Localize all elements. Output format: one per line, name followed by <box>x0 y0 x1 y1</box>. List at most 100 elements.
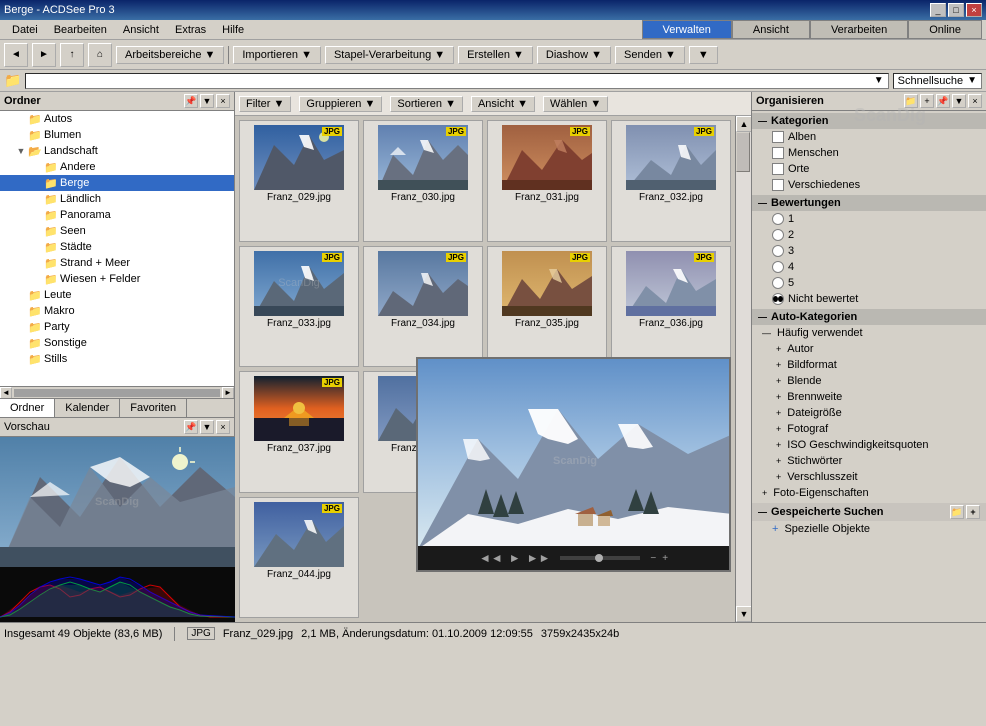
tab-verarbeiten[interactable]: Verarbeiten <box>810 20 908 39</box>
brennweite-item[interactable]: + Brennweite <box>752 389 986 405</box>
more-btn[interactable]: ▼ <box>689 46 718 64</box>
tree-item-strand[interactable]: 📁 Strand + Meer <box>0 255 234 271</box>
menu-extras[interactable]: Extras <box>167 22 214 38</box>
radio-5[interactable] <box>772 277 784 289</box>
scroll-track[interactable] <box>14 389 220 397</box>
thumb-franz035[interactable]: JPG Franz_035.jpg <box>487 246 607 368</box>
blende-item[interactable]: + Blende <box>752 373 986 389</box>
import-btn[interactable]: Importieren ▼ <box>233 46 321 64</box>
radio-4[interactable] <box>772 261 784 273</box>
tree-item-makro[interactable]: 📁 Makro <box>0 303 234 319</box>
search-dropdown-arrow[interactable]: ▼ <box>967 75 977 86</box>
verschiedenes-checkbox[interactable] <box>772 179 784 191</box>
tree-item-autos[interactable]: 📁 Autos <box>0 111 234 127</box>
preview-close-btn[interactable]: × <box>216 420 230 434</box>
tree-item-landschaft[interactable]: ▼ 📂 Landschaft <box>0 143 234 159</box>
tab-online[interactable]: Online <box>908 20 982 39</box>
thumb-franz029[interactable]: JPG Franz_029.jpg <box>239 120 359 242</box>
popup-zoom-in[interactable]: + <box>662 553 668 564</box>
menu-datei[interactable]: Datei <box>4 22 46 38</box>
tab-kalender[interactable]: Kalender <box>55 399 120 417</box>
select-btn[interactable]: Wählen ▼ <box>543 96 608 112</box>
orte-checkbox[interactable] <box>772 163 784 175</box>
nav-home[interactable]: ⌂ <box>88 43 112 67</box>
dateigroesse-item[interactable]: + Dateigröße <box>752 405 986 421</box>
stichwoerter-item[interactable]: + Stichwörter <box>752 453 986 469</box>
send-btn[interactable]: Senden ▼ <box>615 46 685 64</box>
thumb-franz036[interactable]: JPG Franz_036.jpg <box>611 246 731 368</box>
bewertung-1[interactable]: 1 <box>752 211 986 227</box>
panel-pin-btn[interactable]: 📌 <box>184 94 198 108</box>
tree-item-berge[interactable]: 📁 Berge <box>0 175 234 191</box>
create-btn[interactable]: Erstellen ▼ <box>458 46 533 64</box>
thumb-franz031[interactable]: JPG Franz_031.jpg <box>487 120 607 242</box>
tree-item-staedte[interactable]: 📁 Städte <box>0 239 234 255</box>
tree-item-blumen[interactable]: 📁 Blumen <box>0 127 234 143</box>
bewertung-3[interactable]: 3 <box>752 243 986 259</box>
bewertung-5[interactable]: 5 <box>752 275 986 291</box>
tree-item-panorama[interactable]: 📁 Panorama <box>0 207 234 223</box>
thumb-franz034[interactable]: JPG Franz_034.jpg <box>363 246 483 368</box>
tree-item-laendlich[interactable]: 📁 Ländlich <box>0 191 234 207</box>
menschen-checkbox[interactable] <box>772 147 784 159</box>
thumb-franz030[interactable]: JPG Franz_030.jpg <box>363 120 483 242</box>
menu-bearbeiten[interactable]: Bearbeiten <box>46 22 115 38</box>
alben-checkbox[interactable] <box>772 131 784 143</box>
tree-item-stills[interactable]: 📁 Stills <box>0 351 234 367</box>
tab-favoriten[interactable]: Favoriten <box>120 399 187 417</box>
panel-close-btn[interactable]: × <box>216 94 230 108</box>
group-btn[interactable]: Gruppieren ▼ <box>299 96 382 112</box>
sort-btn[interactable]: Sortieren ▼ <box>390 96 463 112</box>
path-input[interactable]: und Einstellungen\Pat\Eigene Dateien\Tes… <box>30 75 873 87</box>
nav-up[interactable]: ↑ <box>60 43 84 67</box>
thumb-franz032[interactable]: JPG Franz_032.jpg <box>611 120 731 242</box>
scroll-up-btn[interactable]: ▲ <box>736 116 751 132</box>
tab-verwalten[interactable]: Verwalten <box>642 20 732 39</box>
nav-forward[interactable]: ► <box>32 43 56 67</box>
kategorie-menschen[interactable]: Menschen <box>752 145 986 161</box>
tree-item-leute[interactable]: 📁 Leute <box>0 287 234 303</box>
minimize-button[interactable]: _ <box>930 3 946 17</box>
preview-menu-btn[interactable]: ▼ <box>200 420 214 434</box>
organize-close-btn[interactable]: × <box>968 94 982 108</box>
folder-tree[interactable]: 📁 Autos 📁 Blumen ▼ 📂 Landschaft 📁 Andere <box>0 111 234 386</box>
workspace-btn[interactable]: Arbeitsbereiche ▼ <box>116 46 224 64</box>
bewertung-nicht[interactable]: Nicht bewertet <box>752 291 986 307</box>
close-button[interactable]: × <box>966 3 982 17</box>
scroll-right[interactable]: ► <box>222 387 234 399</box>
slideshow-btn[interactable]: Diashow ▼ <box>537 46 611 64</box>
radio-3[interactable] <box>772 245 784 257</box>
gs-add-btn[interactable]: + <box>966 505 980 519</box>
autor-item[interactable]: + Autor <box>752 341 986 357</box>
maximize-button[interactable]: □ <box>948 3 964 17</box>
view-btn[interactable]: Ansicht ▼ <box>471 96 535 112</box>
menu-ansicht[interactable]: Ansicht <box>115 22 167 38</box>
bewertung-4[interactable]: 4 <box>752 259 986 275</box>
scroll-left[interactable]: ◄ <box>0 387 12 399</box>
panel-menu-btn[interactable]: ▼ <box>200 94 214 108</box>
scroll-down-btn[interactable]: ▼ <box>736 606 751 622</box>
tree-hscroll[interactable]: ◄ ► <box>0 386 234 398</box>
menu-hilfe[interactable]: Hilfe <box>214 22 252 38</box>
iso-item[interactable]: + ISO Geschwindigkeitsquoten <box>752 437 986 453</box>
nav-back[interactable]: ◄ <box>4 43 28 67</box>
tree-item-seen[interactable]: 📁 Seen <box>0 223 234 239</box>
window-controls[interactable]: _ □ × <box>930 3 982 17</box>
fotograf-item[interactable]: + Fotograf <box>752 421 986 437</box>
zoom-slider[interactable] <box>560 556 640 560</box>
bildformat-item[interactable]: + Bildformat <box>752 357 986 373</box>
tree-item-andere[interactable]: 📁 Andere <box>0 159 234 175</box>
scroll-track-v[interactable] <box>736 132 751 606</box>
thumb-franz033[interactable]: JPG ScanDig Franz_033.jpg <box>239 246 359 368</box>
gs-new-btn[interactable]: 📁 <box>950 505 964 519</box>
popup-next-icon[interactable]: ►► <box>527 551 551 565</box>
gespeicherte-suchen-section[interactable]: — Gespeicherte Suchen 📁 + <box>752 503 986 521</box>
popup-play-icon[interactable]: ► <box>509 551 521 565</box>
radio-1[interactable] <box>772 213 784 225</box>
filter-btn[interactable]: Filter ▼ <box>239 96 291 112</box>
radio-2[interactable] <box>772 229 784 241</box>
spezielle-objekte-item[interactable]: + Spezielle Objekte <box>752 521 986 537</box>
bewertung-2[interactable]: 2 <box>752 227 986 243</box>
tab-ansicht[interactable]: Ansicht <box>732 20 810 39</box>
tree-item-wiesen[interactable]: 📁 Wiesen + Felder <box>0 271 234 287</box>
